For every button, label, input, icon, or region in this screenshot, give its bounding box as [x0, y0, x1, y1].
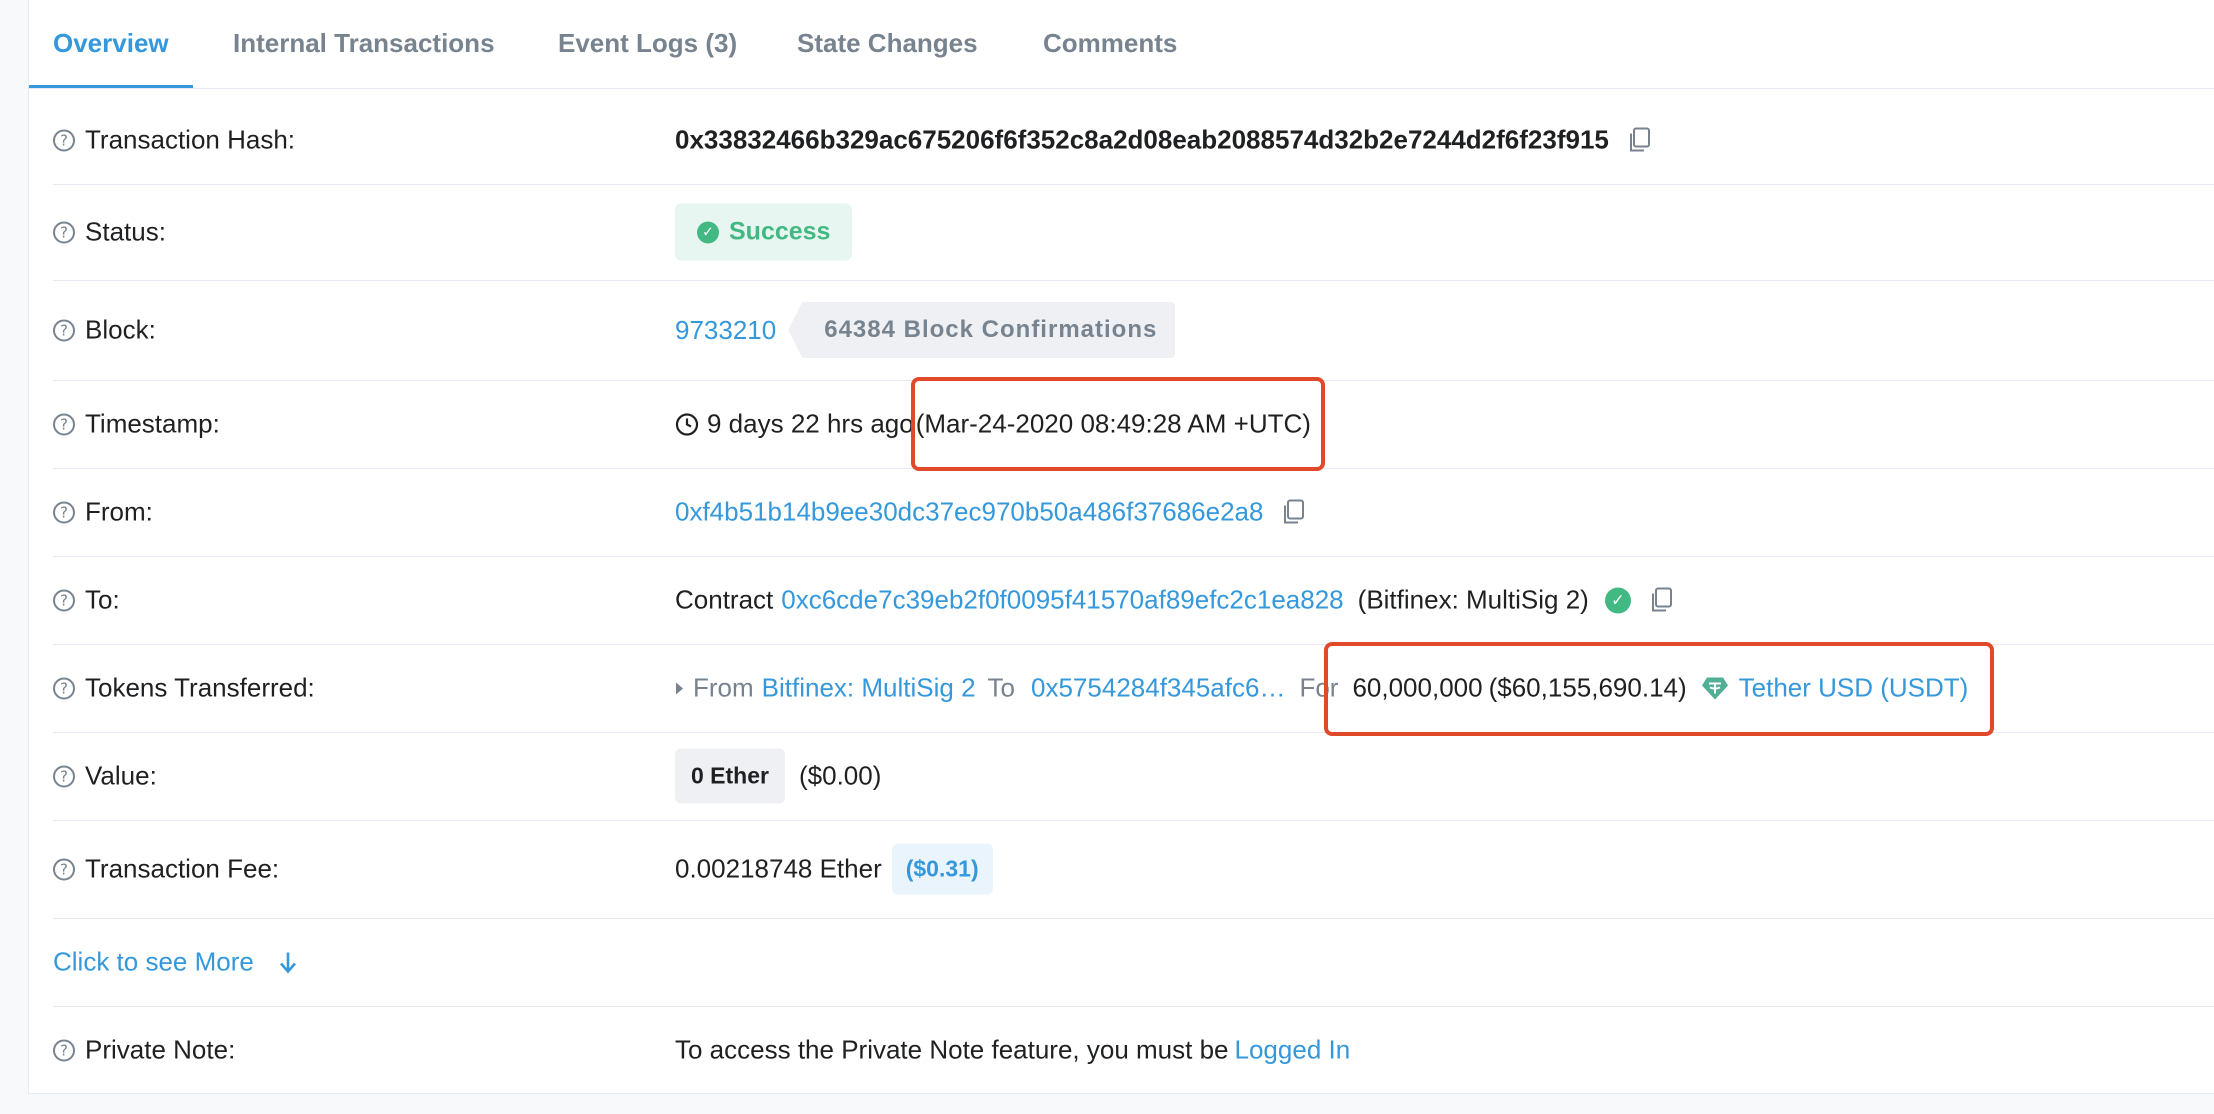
help-icon[interactable]: ?: [53, 677, 75, 699]
row-see-more: Click to see More: [53, 918, 2214, 1007]
status-badge: ✓ Success: [675, 203, 853, 261]
clock-icon: [675, 412, 699, 436]
row-to: ? To: Contract 0xc6cde7c39eb2f0f0095f415…: [53, 556, 2214, 645]
help-icon[interactable]: ?: [53, 221, 75, 243]
timestamp-ago: 9 days 22 hrs ago: [707, 408, 914, 439]
transaction-fee-value-wrap: 0.00218748 Ether ($0.31): [675, 843, 993, 895]
row-transaction-fee: ? Transaction Fee: 0.00218748 Ether ($0.…: [53, 820, 2214, 919]
token-from-link[interactable]: Bitfinex: MultiSig 2: [762, 673, 976, 704]
check-circle-icon: ✓: [697, 221, 719, 243]
value-label: ? Value:: [53, 761, 157, 792]
from-value-wrap: 0xf4b51b14b9ee30dc37ec970b50a486f37686e2…: [675, 497, 1305, 528]
help-icon[interactable]: ?: [53, 413, 75, 435]
label-text: Tokens Transferred:: [85, 672, 315, 703]
label-text: To:: [85, 584, 120, 615]
help-icon[interactable]: ?: [53, 858, 75, 880]
transaction-hash-value: 0x33832466b329ac675206f6f352c8a2d08eab20…: [675, 124, 1609, 155]
status-label: ? Status:: [53, 217, 166, 248]
copy-icon[interactable]: [1627, 127, 1651, 153]
private-note-label: ? Private Note:: [53, 1035, 235, 1066]
status-text: Success: [729, 217, 831, 246]
help-icon[interactable]: ?: [53, 589, 75, 611]
label-text: Value:: [85, 760, 157, 791]
row-value: ? Value: 0 Ether ($0.00): [53, 732, 2214, 821]
label-text: Timestamp:: [85, 408, 220, 439]
logged-in-link[interactable]: Logged In: [1235, 1035, 1351, 1066]
see-more-link[interactable]: Click to see More: [53, 947, 254, 978]
to-value-wrap: Contract 0xc6cde7c39eb2f0f0095f41570af89…: [675, 585, 1673, 616]
status-value-wrap: ✓ Success: [675, 203, 853, 261]
to-address-link[interactable]: 0xc6cde7c39eb2f0f0095f41570af89efc2c1ea8…: [781, 585, 1343, 616]
transaction-hash-label: ? Transaction Hash:: [53, 125, 295, 156]
to-contract-name: (Bitfinex: MultiSig 2): [1357, 584, 1589, 615]
arrow-down-icon[interactable]: [278, 950, 298, 974]
help-icon[interactable]: ?: [53, 129, 75, 151]
token-from-word: From: [693, 672, 754, 703]
tab-event-logs[interactable]: Event Logs (3): [558, 0, 737, 88]
transaction-fee-label: ? Transaction Fee:: [53, 854, 279, 885]
block-label: ? Block:: [53, 315, 156, 346]
label-text: Private Note:: [85, 1034, 236, 1065]
block-value-wrap: 9733210 64384 Block Confirmations: [675, 302, 1176, 358]
label-text: Status:: [85, 216, 166, 247]
copy-icon[interactable]: [1281, 499, 1305, 525]
token-to-word: To: [987, 672, 1016, 703]
timestamp-highlight-box: [911, 377, 1325, 471]
transaction-hash-value-wrap: 0x33832466b329ac675206f6f352c8a2d08eab20…: [675, 125, 1651, 156]
verified-check-icon: ✓: [1604, 587, 1631, 613]
ether-value-badge: 0 Ether: [675, 748, 785, 804]
timestamp-label: ? Timestamp:: [53, 409, 220, 440]
tokens-transferred-label: ? Tokens Transferred:: [53, 673, 315, 704]
label-text: Block:: [85, 314, 156, 345]
value-value-wrap: 0 Ether ($0.00): [675, 748, 882, 804]
to-contract-prefix: Contract: [675, 584, 774, 615]
row-status: ? Status: ✓ Success: [53, 184, 2214, 281]
tab-comments[interactable]: Comments: [1043, 0, 1177, 88]
help-icon[interactable]: ?: [53, 1039, 75, 1061]
copy-icon[interactable]: [1649, 587, 1673, 613]
row-block: ? Block: 9733210 64384 Block Confirmatio…: [53, 280, 2214, 381]
help-icon[interactable]: ?: [53, 765, 75, 787]
tab-bar: Overview Internal Transactions Event Log…: [29, 0, 2214, 89]
block-confirmations-badge: 64384 Block Confirmations: [788, 302, 1176, 358]
to-label: ? To:: [53, 585, 120, 616]
private-note-text: To access the Private Note feature, you …: [675, 1034, 1229, 1065]
row-transaction-hash: ? Transaction Hash: 0x33832466b329ac6752…: [53, 96, 2214, 185]
private-note-value-wrap: To access the Private Note feature, you …: [675, 1035, 1350, 1066]
from-address-link[interactable]: 0xf4b51b14b9ee30dc37ec970b50a486f37686e2…: [675, 497, 1263, 528]
caret-right-icon: [675, 681, 685, 695]
value-usd: ($0.00): [798, 760, 882, 791]
tab-state-changes[interactable]: State Changes: [797, 0, 978, 88]
label-text: Transaction Hash:: [85, 124, 296, 155]
label-text: From:: [85, 496, 153, 527]
token-amount-highlight-box: [1324, 642, 1994, 736]
help-icon[interactable]: ?: [53, 319, 75, 341]
token-to-link[interactable]: 0x5754284f345afc6…: [1031, 673, 1285, 704]
see-more-wrap[interactable]: Click to see More: [53, 947, 298, 978]
row-private-note: ? Private Note: To access the Private No…: [53, 1006, 2214, 1094]
transaction-details-card: Overview Internal Transactions Event Log…: [28, 0, 2214, 1094]
row-from: ? From: 0xf4b51b14b9ee30dc37ec970b50a486…: [53, 468, 2214, 557]
tab-internal-transactions[interactable]: Internal Transactions: [233, 0, 495, 88]
tab-overview[interactable]: Overview: [29, 0, 193, 88]
fee-ether: 0.00218748 Ether: [675, 853, 882, 884]
fee-usd-badge: ($0.31): [891, 843, 993, 895]
from-label: ? From:: [53, 497, 153, 528]
block-number-link[interactable]: 9733210: [675, 315, 776, 346]
help-icon[interactable]: ?: [53, 501, 75, 523]
label-text: Transaction Fee:: [85, 853, 280, 884]
